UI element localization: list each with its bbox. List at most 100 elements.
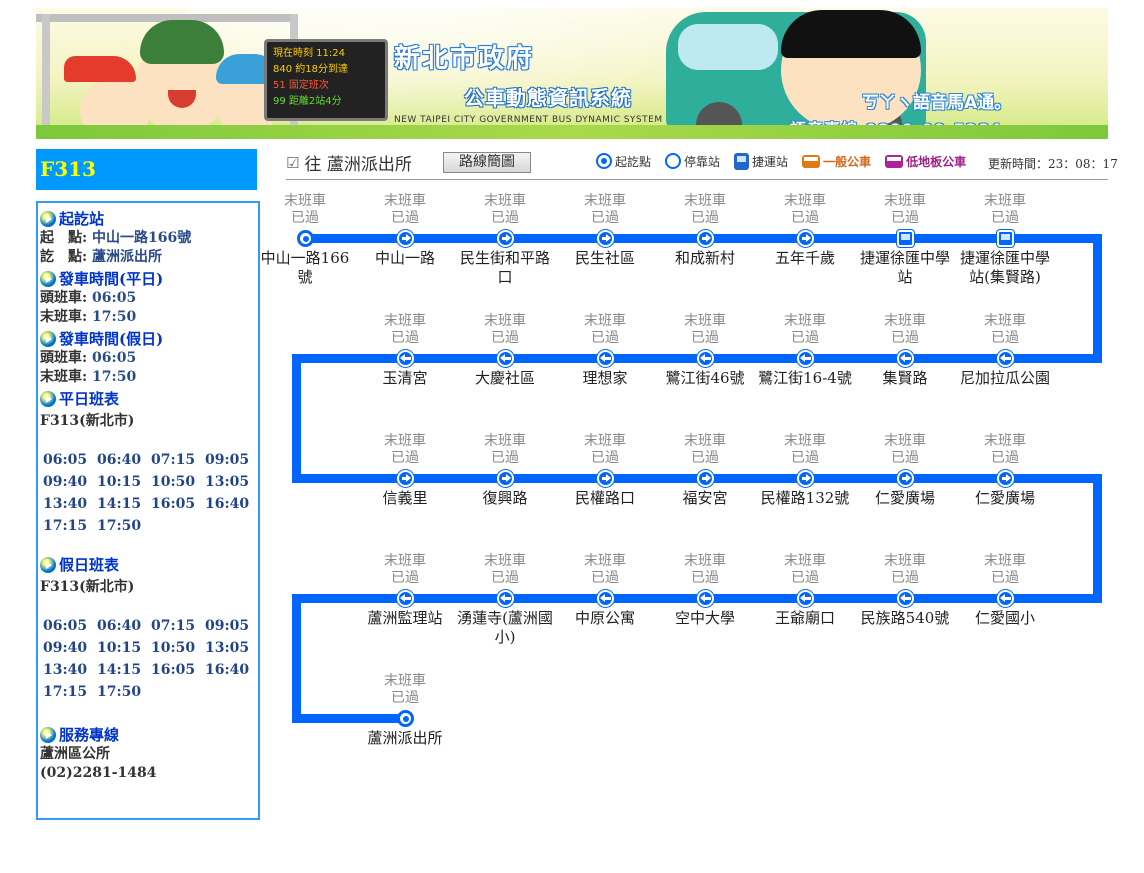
arrow-right-icon bbox=[897, 470, 914, 487]
bus-stop[interactable]: 末班車 已過 鷺江街16-4號 bbox=[755, 313, 855, 387]
timetable-entry: 10:15 bbox=[97, 640, 142, 656]
bus-stop[interactable]: 末班車 已過 空中大學 bbox=[655, 553, 755, 627]
bus-stop[interactable]: 末班車 已過 民權路口 bbox=[555, 433, 655, 507]
stop-name: 空中大學 bbox=[674, 609, 735, 627]
end-stop-value: 蘆洲派出所 bbox=[92, 249, 163, 265]
bus-stop[interactable]: 末班車 已過 信義里 bbox=[355, 433, 455, 507]
arrow-right-icon bbox=[697, 470, 714, 487]
bus-stop[interactable]: 末班車 已過 民族路540號 bbox=[855, 553, 955, 627]
bus-stop[interactable]: 末班車 已過 仁愛國小 bbox=[955, 553, 1055, 627]
stop-name: 蘆洲派出所 bbox=[367, 729, 443, 747]
stop-status: 已過 bbox=[891, 450, 919, 466]
stop-status: 末班車 bbox=[684, 553, 726, 569]
timetable-entry: 06:40 bbox=[97, 452, 142, 468]
timetable-entry: 10:50 bbox=[151, 474, 196, 490]
stop-status: 已過 bbox=[391, 450, 419, 466]
service-phone: (02)2281-1484 bbox=[40, 765, 157, 781]
stop-status: 已過 bbox=[491, 210, 519, 226]
stop-status: 末班車 bbox=[384, 193, 426, 209]
bus-stop[interactable]: 末班車 已過 集賢路 bbox=[855, 313, 955, 387]
bus-stop[interactable]: 末班車 已過 捷運徐匯中學站(集賢路) bbox=[955, 193, 1055, 286]
stop-status: 末班車 bbox=[584, 313, 626, 329]
bus-stop[interactable]: 末班車 已過 復興路 bbox=[455, 433, 555, 507]
stop-status: 已過 bbox=[491, 330, 519, 346]
stop-status: 末班車 bbox=[484, 553, 526, 569]
section-terminals: 起訖站 bbox=[40, 208, 256, 229]
bus-stop[interactable]: 末班車 已過 王爺廟口 bbox=[755, 553, 855, 627]
bus-stop[interactable]: 末班車 已過 尼加拉瓜公園 bbox=[955, 313, 1055, 387]
arrow-right-icon bbox=[497, 230, 514, 247]
timetable-entry: 13:05 bbox=[205, 640, 250, 656]
bus-stop[interactable]: 末班車 已過 民權路132號 bbox=[755, 433, 855, 507]
stop-status: 末班車 bbox=[984, 553, 1026, 569]
stop-status: 已過 bbox=[491, 450, 519, 466]
timetable-entry: 16:40 bbox=[205, 496, 250, 512]
stop-status: 已過 bbox=[791, 570, 819, 586]
stop-status: 末班車 bbox=[784, 433, 826, 449]
route-line bbox=[292, 714, 402, 723]
timetable-entry: 17:50 bbox=[97, 684, 142, 700]
bus-stop[interactable]: 末班車 已過 捷運徐匯中學站 bbox=[855, 193, 955, 286]
stop-status: 末班車 bbox=[984, 313, 1026, 329]
arrow-left-icon bbox=[997, 350, 1014, 367]
stop-status: 末班車 bbox=[584, 553, 626, 569]
stop-status: 末班車 bbox=[684, 433, 726, 449]
site-title: 新北市政府 bbox=[394, 44, 535, 74]
stop-status: 末班車 bbox=[884, 433, 926, 449]
bus-stop[interactable]: 末班車 已過 湧蓮寺(蘆洲國小) bbox=[455, 553, 555, 646]
holiday-timetable: 06:05 06:40 07:15 09:05 09:40 10:15 10:50 13:05… bbox=[43, 615, 256, 703]
stop-status: 已過 bbox=[991, 210, 1019, 226]
stop-name: 民生街和平路口 bbox=[459, 249, 550, 286]
stop-icon bbox=[665, 153, 682, 169]
arrow-right-icon bbox=[397, 470, 414, 487]
arrow-left-icon bbox=[797, 350, 814, 367]
arrow-left-icon bbox=[497, 590, 514, 607]
bus-stop[interactable]: 末班車 已過 福安宮 bbox=[655, 433, 755, 507]
bus-stop[interactable]: 末班車 已過 民生社區 bbox=[555, 193, 655, 267]
stop-status: 末班車 bbox=[384, 553, 426, 569]
timetable-entry: 13:40 bbox=[43, 496, 88, 512]
bus-stop[interactable]: 末班車 已過 中原公寓 bbox=[555, 553, 655, 627]
arrow-left-icon bbox=[597, 350, 614, 367]
bus-stop[interactable]: 末班車 已過 中山一路166號 bbox=[255, 193, 355, 286]
stop-name: 蘆洲監理站 bbox=[367, 609, 443, 627]
bus-stop[interactable]: 末班車 已過 民生街和平路口 bbox=[455, 193, 555, 286]
bus-stop[interactable]: 末班車 已過 中山一路 bbox=[355, 193, 455, 267]
timetable-entry: 10:50 bbox=[151, 640, 196, 656]
stop-status: 末班車 bbox=[784, 313, 826, 329]
terminal-icon bbox=[397, 710, 414, 727]
stop-status: 已過 bbox=[991, 450, 1019, 466]
direction-selector[interactable]: ☑ 往 蘆洲派出所 bbox=[286, 150, 412, 176]
stop-status: 已過 bbox=[691, 330, 719, 346]
bus-stop[interactable]: 末班車 已過 蘆洲派出所 bbox=[355, 673, 455, 747]
arrow-left-icon bbox=[697, 590, 714, 607]
stop-name: 理想家 bbox=[582, 369, 628, 387]
stop-name: 鷺江街46號 bbox=[665, 369, 745, 387]
bus-stop[interactable]: 末班車 已過 理想家 bbox=[555, 313, 655, 387]
stop-status: 末班車 bbox=[784, 553, 826, 569]
timetable-entry: 06:05 bbox=[43, 618, 88, 634]
stop-status: 已過 bbox=[391, 690, 419, 706]
bus-stop[interactable]: 末班車 已過 仁愛廣場 bbox=[855, 433, 955, 507]
arrow-right-icon bbox=[597, 230, 614, 247]
route-map-button[interactable]: 路線簡圖 bbox=[443, 152, 531, 173]
route-line bbox=[1093, 234, 1102, 363]
timetable-entry: 09:05 bbox=[205, 618, 250, 634]
stop-name: 仁愛國小 bbox=[974, 609, 1035, 627]
checkbox-icon[interactable]: ☑ bbox=[286, 154, 299, 172]
stop-status: 已過 bbox=[791, 210, 819, 226]
bus-stop[interactable]: 末班車 已過 大慶社區 bbox=[455, 313, 555, 387]
stop-name: 五年千歲 bbox=[774, 249, 835, 267]
timetable-entry: 17:50 bbox=[97, 518, 142, 534]
stop-name: 民權路132號 bbox=[760, 489, 850, 507]
timetable-entry: 16:40 bbox=[205, 662, 250, 678]
bus-stop[interactable]: 末班車 已過 鷺江街46號 bbox=[655, 313, 755, 387]
stop-status: 末班車 bbox=[684, 193, 726, 209]
bus-stop[interactable]: 末班車 已過 仁愛廣場 bbox=[955, 433, 1055, 507]
bus-stop[interactable]: 末班車 已過 玉清宮 bbox=[355, 313, 455, 387]
bus-stop[interactable]: 末班車 已過 蘆洲監理站 bbox=[355, 553, 455, 627]
bus-stop[interactable]: 末班車 已過 五年千歲 bbox=[755, 193, 855, 267]
bus-stop[interactable]: 末班車 已過 和成新村 bbox=[655, 193, 755, 267]
timetable-entry: 09:40 bbox=[43, 640, 88, 656]
stop-status: 末班車 bbox=[584, 193, 626, 209]
